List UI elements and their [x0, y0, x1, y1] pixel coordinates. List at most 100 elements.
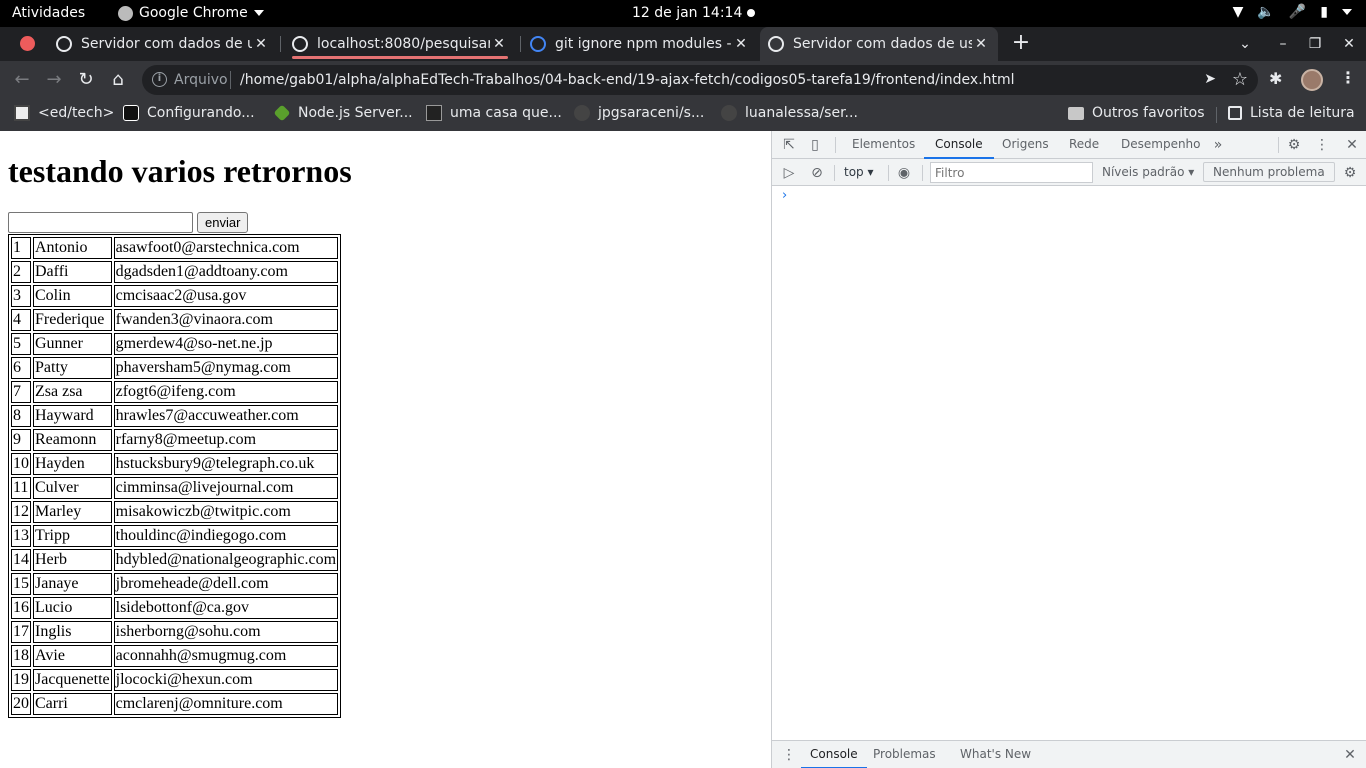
bookmark-label: uma casa que... — [450, 105, 562, 121]
device-toolbar-icon[interactable]: ▯ — [807, 137, 823, 153]
system-tray[interactable]: ▼ 🔈 🎤 ▮ — [1233, 4, 1352, 20]
more-tabs-icon[interactable]: » — [1210, 137, 1226, 153]
tab-elementos[interactable]: Elementos — [852, 131, 915, 159]
url-scheme-label: Arquivo — [174, 72, 228, 88]
drawer-tab-console[interactable]: Console — [801, 741, 867, 768]
page-title: testando varios retrornos — [8, 153, 352, 189]
bookmark-casa[interactable]: uma casa que... — [426, 105, 562, 121]
chevron-down-icon — [1342, 9, 1352, 15]
new-tab-button[interactable]: + — [1010, 31, 1032, 57]
cell-email: cimminsa@livejournal.com — [113, 477, 339, 499]
close-icon[interactable]: ✕ — [732, 36, 750, 52]
devtools-divider — [835, 137, 836, 153]
tab-rede[interactable]: Rede — [1069, 131, 1099, 159]
cell-id: 13 — [11, 525, 31, 547]
inspect-element-icon[interactable]: ⇱ — [781, 137, 797, 153]
tab-1[interactable]: Servidor com dados de usuários ✕ — [50, 27, 276, 61]
table-row: 20 Carri cmclarenj@omniture.com — [11, 693, 339, 715]
page-icon — [123, 105, 139, 121]
close-icon[interactable]: ✕ — [490, 36, 508, 52]
tab-console[interactable]: Console — [924, 131, 994, 159]
minimize-button[interactable]: – — [1268, 27, 1298, 61]
cell-name: Avie — [33, 645, 112, 667]
cell-id: 18 — [11, 645, 31, 667]
kebab-menu-icon[interactable]: ⋮ — [781, 747, 797, 763]
bookmark-configurando[interactable]: Configurando... — [123, 105, 255, 121]
table-row: 3 Colin cmcisaac2@usa.gov — [11, 285, 339, 307]
cell-email: lsidebottonf@ca.gov — [113, 597, 339, 619]
globe-icon — [56, 36, 72, 52]
tab-origens[interactable]: Origens — [1002, 131, 1049, 159]
reading-list-label: Lista de leitura — [1250, 105, 1355, 121]
table-row: 18 Avie aconnahh@smugmug.com — [11, 645, 339, 667]
cell-name: Tripp — [33, 525, 112, 547]
window-close-button[interactable]: ✕ — [1334, 27, 1364, 61]
context-selector[interactable]: top ▾ — [844, 165, 874, 179]
wifi-icon: ▼ — [1232, 4, 1244, 20]
bookmark-nodejs[interactable]: Node.js Server... — [273, 104, 413, 122]
home-button[interactable]: ⌂ — [104, 66, 132, 94]
search-input[interactable] — [8, 212, 193, 233]
bookmark-label: <ed/tech> — [38, 105, 115, 121]
issues-button[interactable]: Nenhum problema — [1203, 162, 1335, 182]
share-icon[interactable]: ➤ — [1204, 71, 1216, 87]
info-icon[interactable]: i — [152, 72, 167, 87]
log-levels-dropdown[interactable]: Níveis padrão ▾ — [1102, 165, 1194, 179]
cell-id: 19 — [11, 669, 31, 691]
bookmark-luanalessa[interactable]: luanalessa/ser... — [721, 105, 858, 121]
tab-2[interactable]: localhost:8080/pesquisar ✕ — [284, 27, 516, 61]
console-prompt-icon[interactable]: › — [782, 188, 787, 203]
clock[interactable]: 12 de jan 14:14 — [632, 5, 742, 21]
gear-icon[interactable]: ⚙ — [1342, 165, 1358, 181]
cell-name: Colin — [33, 285, 112, 307]
app-name: Google Chrome — [139, 5, 248, 21]
table-row: 1 Antonio asawfoot0@arstechnica.com — [11, 237, 339, 259]
send-button[interactable]: enviar — [197, 212, 249, 233]
kebab-menu-icon[interactable]: ⋮ — [1314, 137, 1330, 153]
close-icon[interactable]: ✕ — [972, 36, 990, 52]
forward-button[interactable]: → — [40, 66, 68, 94]
tab-3[interactable]: git ignore npm modules - Google ✕ — [524, 27, 756, 61]
maximize-button[interactable]: ❐ — [1300, 27, 1330, 61]
sidebar-toggle-icon[interactable]: ▷ — [781, 165, 797, 181]
browser-toolbar: ← → ↻ ⌂ i Arquivo /home/gab01/alpha/alph… — [0, 61, 1366, 99]
other-bookmarks[interactable]: Outros favoritos — [1068, 105, 1205, 121]
microphone-icon: 🎤 — [1288, 4, 1307, 20]
close-icon[interactable]: ✕ — [1342, 747, 1358, 763]
close-icon[interactable]: ✕ — [252, 36, 270, 52]
console-filter-input[interactable] — [930, 162, 1093, 183]
gear-icon[interactable]: ⚙ — [1286, 137, 1302, 153]
reload-button[interactable]: ↻ — [72, 66, 100, 94]
bookmark-jpgsaraceni[interactable]: jpgsaraceni/s... — [574, 105, 704, 121]
drawer-tab-whats-new[interactable]: What's New — [960, 741, 1031, 768]
cell-name: Jacquenette — [33, 669, 112, 691]
activities-button[interactable]: Atividades — [12, 5, 85, 21]
app-menu[interactable]: Google Chrome — [118, 5, 264, 21]
tab-desempenho[interactable]: Desempenho — [1121, 131, 1201, 159]
back-button[interactable]: ← — [8, 66, 36, 94]
folder-icon — [1068, 106, 1084, 120]
cell-name: Hayward — [33, 405, 112, 427]
cell-email: misakowiczb@twitpic.com — [113, 501, 339, 523]
url-text[interactable]: /home/gab01/alpha/alphaEdTech-Trabalhos/… — [240, 72, 1015, 88]
kebab-menu-icon[interactable]: ⋮ — [1340, 68, 1356, 87]
tab-search-button[interactable]: ⌄ — [1230, 27, 1260, 61]
cell-id: 17 — [11, 621, 31, 643]
close-icon[interactable]: ✕ — [1344, 137, 1360, 153]
bookmark-star-icon[interactable]: ☆ — [1232, 69, 1248, 90]
tab-4-active[interactable]: Servidor com dados de usuários ✕ — [760, 27, 998, 61]
drawer-tab-problemas[interactable]: Problemas — [873, 741, 936, 768]
bookmark-edtech[interactable]: <ed/tech> — [14, 105, 114, 121]
address-bar[interactable]: i Arquivo /home/gab01/alpha/alphaEdTech-… — [142, 65, 1258, 95]
reading-list[interactable]: Lista de leitura — [1228, 105, 1355, 121]
cell-id: 20 — [11, 693, 31, 715]
extensions-icon[interactable]: ✱ — [1269, 69, 1282, 88]
reading-list-icon — [1228, 106, 1242, 120]
clear-console-icon[interactable]: ⊘ — [809, 165, 825, 181]
table-row: 16 Lucio lsidebottonf@ca.gov — [11, 597, 339, 619]
console-toolbar: ▷ ⊘ top ▾ ◉ Níveis padrão ▾ Nenhum probl… — [772, 159, 1366, 186]
avatar[interactable] — [1301, 69, 1323, 91]
cell-email: cmclarenj@omniture.com — [113, 693, 339, 715]
edtech-icon — [14, 105, 30, 121]
eye-icon[interactable]: ◉ — [896, 165, 912, 181]
